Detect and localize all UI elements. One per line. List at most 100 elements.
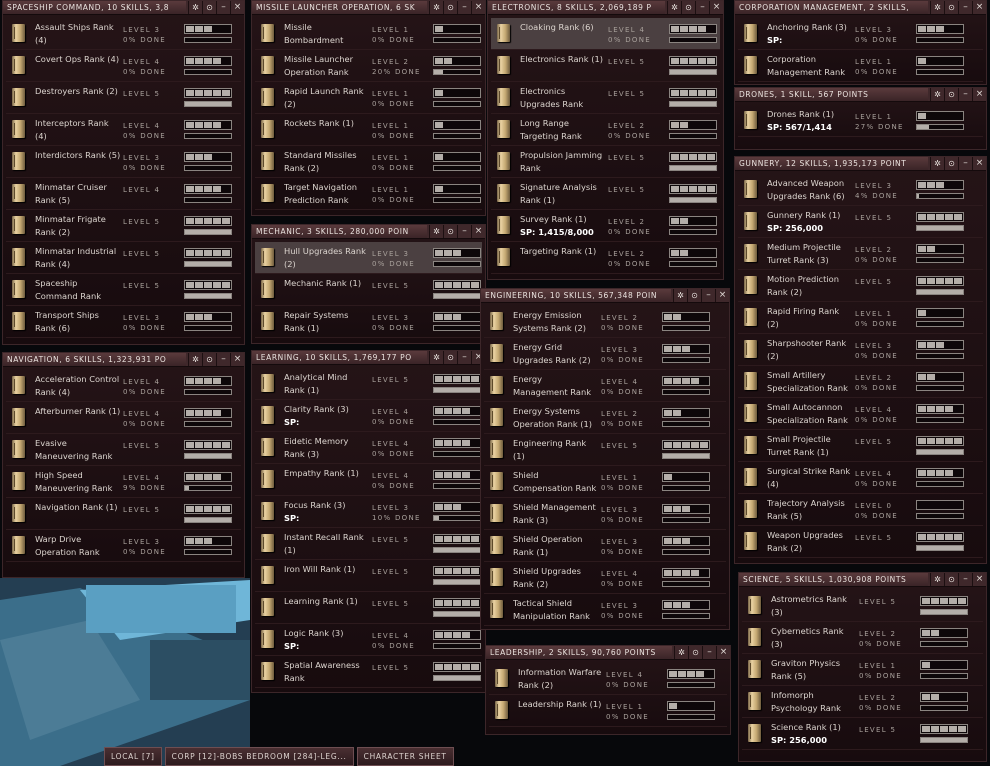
skill-row-evasive-maneuvering-rank[interactable]: Evasive Maneuvering Rank LEVEL 5 <box>6 434 241 466</box>
window-title-bar[interactable]: LEADERSHIP, 2 SKILLS, 90,760 POINTS ✲ ⊙ – × <box>486 646 730 660</box>
window-title-bar[interactable]: GUNNERY, 12 SKILLS, 1,935,173 POINT ✲ ⊙ – × <box>735 157 986 171</box>
skill-row-anchoring-rank-3[interactable]: Anchoring Rank (3) SP: LEVEL 3 0% DONE <box>738 18 983 50</box>
skill-row-afterburner-rank-1[interactable]: Afterburner Rank (1) LEVEL 4 0% DONE <box>6 402 241 434</box>
skill-row-electronics-upgrades-rank[interactable]: Electronics Upgrades Rank LEVEL 5 <box>491 82 720 114</box>
skill-row-destroyers-rank-2[interactable]: Destroyers Rank (2) LEVEL 5 <box>6 82 241 114</box>
skill-row-high-speed-maneuvering-rank[interactable]: High Speed Maneuvering Rank LEVEL 4 9% DON… <box>6 466 241 498</box>
skill-row-targeting-rank-1[interactable]: Targeting Rank (1) LEVEL 2 0% DONE <box>491 242 720 274</box>
skill-row-energy-systems-operation-rank-1[interactable]: Energy Systems Operation Rank (1) LEVEL 2… <box>484 402 726 434</box>
skill-row-electronics-rank-1[interactable]: Electronics Rank (1) LEVEL 5 <box>491 50 720 82</box>
close-icon[interactable]: × <box>471 1 485 14</box>
pin-icon[interactable]: ✲ <box>188 353 202 366</box>
minimize-icon[interactable]: – <box>457 351 471 364</box>
skill-row-shield-upgrades-rank-2[interactable]: Shield Upgrades Rank (2) LEVEL 4 0% DONE <box>484 562 726 594</box>
options-icon[interactable]: ⊙ <box>443 1 457 14</box>
skill-row-infomorph-psychology-rank[interactable]: Infomorph Psychology Rank LEVEL 2 0% DONE <box>742 686 983 718</box>
skill-row-minmatar-cruiser-rank-5[interactable]: Minmatar Cruiser Rank (5) LEVEL 4 <box>6 178 241 210</box>
pin-icon[interactable]: ✲ <box>429 351 443 364</box>
skill-row-rapid-launch-rank-2[interactable]: Rapid Launch Rank (2) LEVEL 1 0% DONE <box>255 82 482 114</box>
skill-row-small-projectile-turret-rank-1[interactable]: Small Projectile Turret Rank (1) LEVEL 5 <box>738 430 983 462</box>
skill-row-survey-rank-1[interactable]: Survey Rank (1) SP: 1,415/8,000 LEVEL 2 0% … <box>491 210 720 242</box>
skill-row-minmatar-industrial-rank-4[interactable]: Minmatar Industrial Rank (4) LEVEL 5 <box>6 242 241 274</box>
skill-row-motion-prediction-rank-2[interactable]: Motion Prediction Rank (2) LEVEL 5 <box>738 270 983 302</box>
skill-row-interdictors-rank-5[interactable]: Interdictors Rank (5) LEVEL 3 0% DONE <box>6 146 241 178</box>
skill-row-target-navigation-prediction-rank[interactable]: Target Navigation Prediction Rank LEVEL 1… <box>255 178 482 210</box>
window-title-bar[interactable]: NAVIGATION, 6 SKILLS, 1,323,931 PO ✲ ⊙ – × <box>3 353 244 367</box>
skill-row-energy-grid-upgrades-rank-2[interactable]: Energy Grid Upgrades Rank (2) LEVEL 3 0% D… <box>484 338 726 370</box>
skill-row-shield-management-rank-3[interactable]: Shield Management Rank (3) LEVEL 3 0% DONE <box>484 498 726 530</box>
pin-icon[interactable]: ✲ <box>930 88 944 101</box>
skill-row-acceleration-control-rank-4[interactable]: Acceleration Control Rank (4) LEVEL 4 0% D… <box>6 370 241 402</box>
skill-row-missile-launcher-operation-rank[interactable]: Missile Launcher Operation Rank LEVEL 2 20… <box>255 50 482 82</box>
minimize-icon[interactable]: – <box>958 573 972 586</box>
minimize-icon[interactable]: – <box>457 225 471 238</box>
pin-icon[interactable]: ✲ <box>930 573 944 586</box>
close-icon[interactable]: × <box>972 573 986 586</box>
skill-row-cloaking-rank-6[interactable]: Cloaking Rank (6) LEVEL 4 0% DONE <box>491 18 720 50</box>
minimize-icon[interactable]: – <box>958 88 972 101</box>
skill-row-assault-ships-rank-4[interactable]: Assault Ships Rank (4) LEVEL 3 0% DONE <box>6 18 241 50</box>
skill-row-standard-missiles-rank-2[interactable]: Standard Missiles Rank (2) LEVEL 1 0% DONE <box>255 146 482 178</box>
skill-row-focus-rank-3[interactable]: Focus Rank (3) SP: LEVEL 3 10% DONE <box>255 496 482 528</box>
skill-row-energy-management-rank-3[interactable]: Energy Management Rank (3) LEVEL 4 0% DONE <box>484 370 726 402</box>
skill-row-drones-rank-1[interactable]: Drones Rank (1) SP: 567/1,414 LEVEL 1 27% D… <box>738 105 983 137</box>
skill-row-mechanic-rank-1[interactable]: Mechanic Rank (1) LEVEL 5 <box>255 274 482 306</box>
skill-row-shield-operation-rank-1[interactable]: Shield Operation Rank (1) LEVEL 3 0% DONE <box>484 530 726 562</box>
close-icon[interactable]: × <box>715 289 729 302</box>
skill-row-tactical-shield-manipulation-rank[interactable]: Tactical Shield Manipulation Rank LEVEL 3… <box>484 594 726 626</box>
skill-row-advanced-weapon-upgrades-rank-6[interactable]: Advanced Weapon Upgrades Rank (6) LEVEL 3… <box>738 174 983 206</box>
skill-row-shield-compensation-rank-2[interactable]: Shield Compensation Rank (2) LEVEL 1 0% DO… <box>484 466 726 498</box>
skill-row-trajectory-analysis-rank-5[interactable]: Trajectory Analysis Rank (5) LEVEL 0 0% DO… <box>738 494 983 526</box>
skill-row-rapid-firing-rank-2[interactable]: Rapid Firing Rank (2) LEVEL 1 0% DONE <box>738 302 983 334</box>
skill-row-science-rank-1[interactable]: Science Rank (1) SP: 256,000 LEVEL 5 <box>742 718 983 750</box>
pin-icon[interactable]: ✲ <box>429 1 443 14</box>
skill-row-small-autocannon-specialization-rank[interactable]: Small Autocannon Specialization Rank LEVE… <box>738 398 983 430</box>
skill-row-clarity-rank-3[interactable]: Clarity Rank (3) SP: LEVEL 4 0% DONE <box>255 400 482 432</box>
options-icon[interactable]: ⊙ <box>202 353 216 366</box>
skill-row-medium-projectile-turret-rank-3[interactable]: Medium Projectile Turret Rank (3) LEVEL 2… <box>738 238 983 270</box>
skill-row-propulsion-jamming-rank[interactable]: Propulsion Jamming Rank LEVEL 5 <box>491 146 720 178</box>
options-icon[interactable]: ⊙ <box>944 1 958 14</box>
skill-row-astrometrics-rank-3[interactable]: Astrometrics Rank (3) LEVEL 5 <box>742 590 983 622</box>
window-title-bar[interactable]: MECHANIC, 3 SKILLS, 280,000 POIN ✲ ⊙ – × <box>252 225 485 239</box>
minimize-icon[interactable]: – <box>457 1 471 14</box>
skill-row-logic-rank-3[interactable]: Logic Rank (3) SP: LEVEL 4 0% DONE <box>255 624 482 656</box>
pin-icon[interactable]: ✲ <box>673 289 687 302</box>
skill-row-interceptors-rank-4[interactable]: Interceptors Rank (4) LEVEL 4 0% DONE <box>6 114 241 146</box>
skill-row-learning-rank-1[interactable]: Learning Rank (1) LEVEL 5 <box>255 592 482 624</box>
skill-row-iron-will-rank-1[interactable]: Iron Will Rank (1) LEVEL 5 <box>255 560 482 592</box>
pin-icon[interactable]: ✲ <box>930 157 944 170</box>
skill-row-long-range-targeting-rank[interactable]: Long Range Targeting Rank LEVEL 2 0% DONE <box>491 114 720 146</box>
minimize-icon[interactable]: – <box>702 646 716 659</box>
skill-row-information-warfare-rank-2[interactable]: Information Warfare Rank (2) LEVEL 4 0% DO… <box>489 663 727 695</box>
skill-row-gunnery-rank-1[interactable]: Gunnery Rank (1) SP: 256,000 LEVEL 5 <box>738 206 983 238</box>
window-title-bar[interactable]: LEARNING, 10 SKILLS, 1,769,177 PO ✲ ⊙ – × <box>252 351 485 365</box>
options-icon[interactable]: ⊙ <box>688 646 702 659</box>
options-icon[interactable]: ⊙ <box>681 1 695 14</box>
skill-row-covert-ops-rank-4[interactable]: Covert Ops Rank (4) LEVEL 4 0% DONE <box>6 50 241 82</box>
minimize-icon[interactable]: – <box>958 1 972 14</box>
options-icon[interactable]: ⊙ <box>443 351 457 364</box>
window-title-bar[interactable]: DRONES, 1 SKILL, 567 POINTS ✲ ⊙ – × <box>735 88 986 102</box>
skill-row-small-artillery-specialization-rank[interactable]: Small Artillery Specialization Rank LEVEL… <box>738 366 983 398</box>
window-title-bar[interactable]: MISSILE LAUNCHER OPERATION, 6 SK ✲ ⊙ – × <box>252 1 485 15</box>
close-icon[interactable]: × <box>709 1 723 14</box>
skill-row-engineering-rank-1[interactable]: Engineering Rank (1) LEVEL 5 <box>484 434 726 466</box>
skill-row-navigation-rank-1[interactable]: Navigation Rank (1) LEVEL 5 <box>6 498 241 530</box>
close-icon[interactable]: × <box>972 157 986 170</box>
taskbar-button-character[interactable]: CHARACTER SHEET <box>356 747 454 766</box>
skill-row-graviton-physics-rank-5[interactable]: Graviton Physics Rank (5) LEVEL 1 0% DONE <box>742 654 983 686</box>
options-icon[interactable]: ⊙ <box>443 225 457 238</box>
options-icon[interactable]: ⊙ <box>944 88 958 101</box>
skill-row-minmatar-frigate-rank-2[interactable]: Minmatar Frigate Rank (2) LEVEL 5 <box>6 210 241 242</box>
window-title-bar[interactable]: ELECTRONICS, 8 SKILLS, 2,069,189 P ✲ ⊙ – × <box>488 1 723 15</box>
close-icon[interactable]: × <box>230 1 244 14</box>
window-title-bar[interactable]: SCIENCE, 5 SKILLS, 1,030,908 POINTS ✲ ⊙ – × <box>739 573 986 587</box>
close-icon[interactable]: × <box>972 88 986 101</box>
skill-row-warp-drive-operation-rank[interactable]: Warp Drive Operation Rank LEVEL 3 0% DONE <box>6 530 241 562</box>
options-icon[interactable]: ⊙ <box>944 573 958 586</box>
window-title-bar[interactable]: SPACESHIP COMMAND, 10 SKILLS, 3,8 ✲ ⊙ – × <box>3 1 244 15</box>
options-icon[interactable]: ⊙ <box>687 289 701 302</box>
minimize-icon[interactable]: – <box>701 289 715 302</box>
skill-row-sharpshooter-rank-2[interactable]: Sharpshooter Rank (2) LEVEL 3 0% DONE <box>738 334 983 366</box>
